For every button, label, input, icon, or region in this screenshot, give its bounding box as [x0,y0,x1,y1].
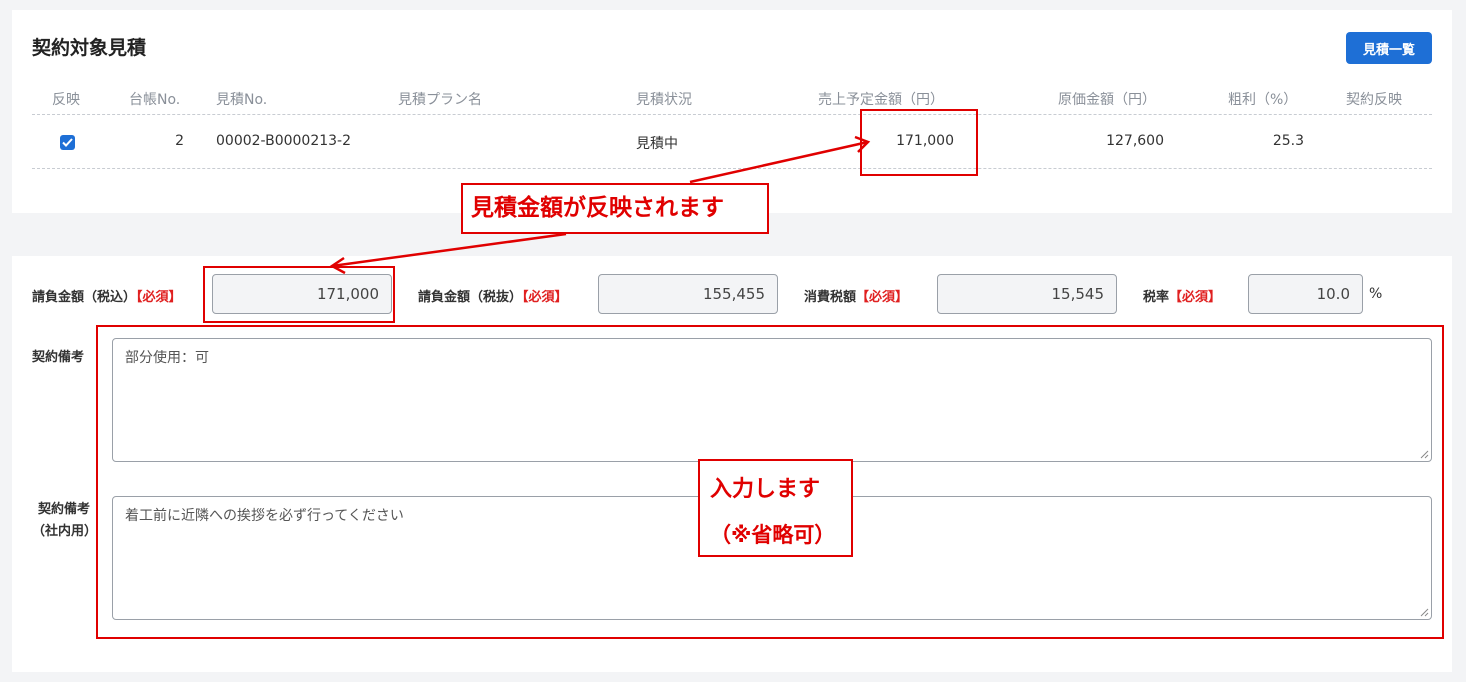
col-header-ledger-no: 台帳No. [129,92,181,108]
col-header-cost-amount: 原価金額（円） [1058,92,1156,108]
tax-amount-label: 消費税額【必須】 [804,290,909,305]
reflect-checkbox[interactable] [60,135,75,150]
section-title: 契約対象見積 [32,37,147,59]
amount-incl-highlight [203,266,395,323]
amount-excl-label: 請負金額（税抜）【必須】 [418,290,568,305]
amount-incl-label: 請負金額（税込）【必須】 [32,290,182,305]
cell-ledger-no: 2 [175,133,184,149]
cell-gross-margin: 25.3 [1272,133,1304,149]
col-header-status: 見積状況 [636,92,692,108]
col-header-plan-name: 見積プラン名 [398,92,482,108]
remarks-label: 契約備考 [32,350,85,365]
col-header-contract-reflect: 契約反映 [1346,92,1402,108]
input-note-line2: （※省略可） [710,523,836,547]
col-header-estimate-no: 見積No. [216,92,268,108]
col-header-sales-amount: 売上予定金額（円） [818,92,944,108]
estimate-list-button[interactable]: 見積一覧 [1346,32,1432,64]
required-badge: 【必須】 [856,290,909,305]
reflect-note: 見積金額が反映されます [461,183,769,234]
amount-excl-input[interactable]: 155,455 [598,274,778,314]
cell-cost-amount: 127,600 [1106,133,1164,149]
cell-estimate-no: 00002-B0000213-2 [216,133,352,149]
tax-rate-input[interactable]: 10.0 [1248,274,1363,314]
row-divider [32,168,1432,169]
internal-remarks-sublabel: （社内用） [32,524,98,539]
required-badge: 【必須】 [522,290,568,305]
cell-status: 見積中 [636,136,678,152]
sales-amount-highlight [860,109,978,176]
check-icon [62,138,73,147]
internal-remarks-label: 契約備考 [38,502,91,517]
tax-amount-input[interactable]: 15,545 [937,274,1117,314]
tax-rate-label: 税率【必須】 [1143,290,1222,305]
col-header-gross-margin: 粗利（%） [1228,92,1298,108]
required-badge: 【必須】 [136,290,182,305]
col-header-reflect: 反映 [52,92,80,108]
input-note-line1: 入力します [710,477,821,502]
required-badge: 【必須】 [1169,290,1222,305]
header-divider [32,114,1432,115]
tax-rate-unit: % [1369,286,1383,302]
input-note: 入力します （※省略可） [698,459,853,557]
